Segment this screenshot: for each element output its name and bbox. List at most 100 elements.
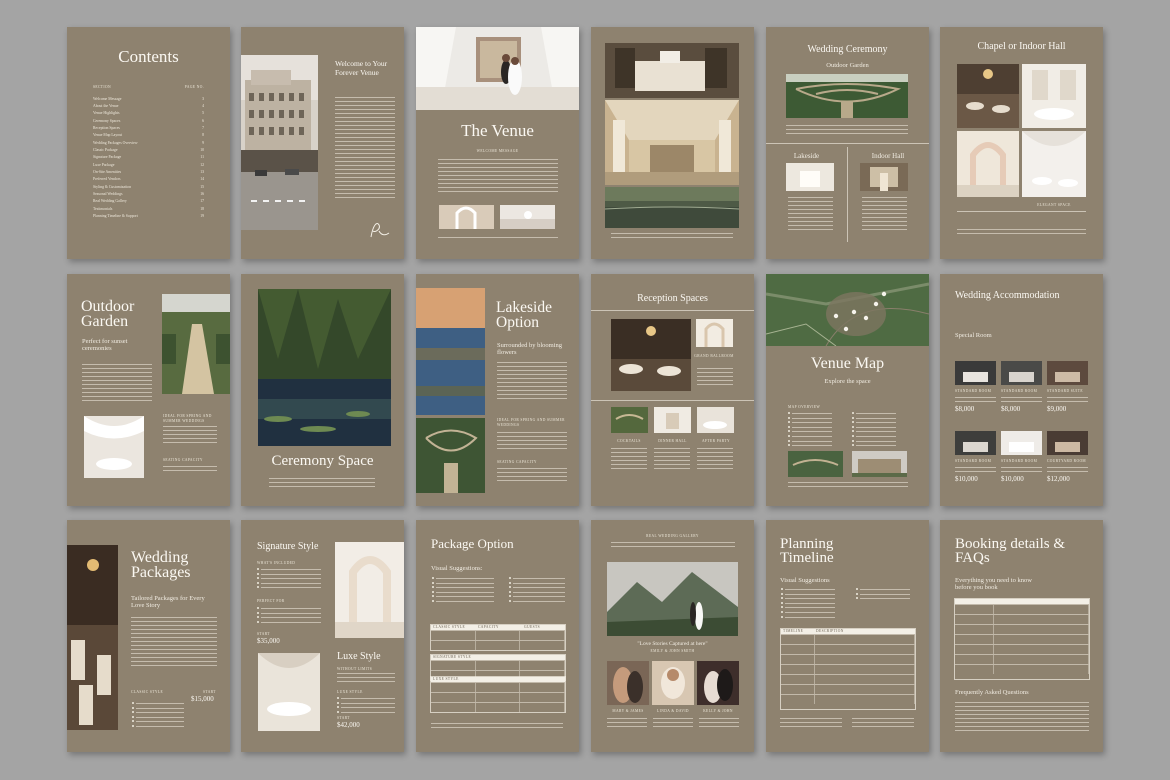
toc-item-label: Classic Package <box>93 148 118 153</box>
toc-item-label: On-Site Amenities <box>93 170 122 175</box>
room-card[interactable]: STANDARD ROOM $8,000 <box>1001 361 1042 413</box>
page-title: Planning Timeline <box>780 536 834 567</box>
toc-item-page: 12 <box>200 162 204 167</box>
room-photo <box>1047 431 1088 455</box>
gallery-page: REAL WEDDING GALLERY "Love Stories Captu… <box>591 520 754 752</box>
room-photo <box>955 431 996 455</box>
divider <box>957 211 1086 212</box>
aerial-map-image <box>766 274 929 346</box>
room-price: $9,000 <box>1047 404 1067 413</box>
ballroom-photo <box>611 319 691 391</box>
room-card[interactable]: COURTYARD ROOM $12,000 <box>1047 431 1088 483</box>
toc-item-page: 13 <box>200 170 204 175</box>
start-label: START <box>257 632 270 636</box>
room-card[interactable]: STANDARD ROOM $10,000 <box>1001 431 1042 483</box>
toc-item[interactable]: About the Venue 4 <box>93 102 204 109</box>
room-photo <box>1001 361 1042 385</box>
toc-item[interactable]: Welcome Message 3 <box>93 95 204 102</box>
toc-item[interactable]: Testimonials 18 <box>93 205 204 212</box>
toc-item-label: Signature Package <box>93 155 122 160</box>
seating-capacity: SEATING CAPACITY <box>497 460 537 464</box>
seating-text <box>163 466 217 474</box>
toc-item-page: 6 <box>202 118 204 123</box>
body-text <box>438 159 558 195</box>
subtitle: Perfect for sunset ceremonies <box>82 338 128 353</box>
page-title: Package Option <box>431 536 514 551</box>
after-party-text <box>697 448 733 472</box>
visual-suggestions: Visual Suggestions <box>780 577 830 584</box>
toc-item[interactable]: Real Wedding Gallery 17 <box>93 198 204 205</box>
page-title: Wedding Packages <box>131 549 191 582</box>
indoor-label: Indoor Hall <box>871 152 905 160</box>
toc-item-label: Welcome Message <box>93 96 122 101</box>
couple-names: MARY & JAMES LINDA & DAVID KELLY & JOHN <box>607 709 739 713</box>
couple-photo-3 <box>697 661 739 705</box>
room-photo <box>1047 361 1088 385</box>
room-text <box>955 466 996 472</box>
toc-item-page: 15 <box>200 184 204 189</box>
luxe-price: $42,000 <box>337 721 360 729</box>
package-price: $15,000 <box>191 695 214 703</box>
toc-item[interactable]: On-Site Amenities 13 <box>93 168 204 175</box>
classic-style-label: CLASSIC STYLE <box>131 690 164 694</box>
toc-item[interactable]: Wedding Packages Overview 9 <box>93 139 204 146</box>
toc-item[interactable]: Luxe Package 12 <box>93 161 204 168</box>
footer-text <box>438 237 558 241</box>
seating-text <box>497 468 567 484</box>
toc-item[interactable]: Reception Spaces 7 <box>93 124 204 131</box>
signature-price: $35,000 <box>257 637 280 645</box>
description-header: DESCRIPTION <box>816 629 844 633</box>
suggest-list-2 <box>856 588 910 603</box>
white-room-photo <box>1022 64 1086 128</box>
luxe-list <box>337 697 395 716</box>
toc-item[interactable]: Styling & Customization 15 <box>93 183 204 190</box>
toc-item-label: Styling & Customization <box>93 184 131 189</box>
ideal-text <box>497 432 567 452</box>
toc-item-page: 4 <box>202 104 204 109</box>
room-card[interactable]: STANDARD ROOM $8,000 <box>955 361 996 413</box>
room-card[interactable]: STANDARD ROOM $10,000 <box>955 431 996 483</box>
venue-map-page: Venue Map Explore the space MAP OVERVIEW <box>766 274 929 506</box>
toc-item[interactable]: Ceremony Spaces 6 <box>93 117 204 124</box>
toc-item[interactable]: Classic Package 10 <box>93 146 204 153</box>
outdoor-garden-page: Outdoor Garden Perfect for sunset ceremo… <box>67 274 230 506</box>
toc-item[interactable]: Venue Highlights 5 <box>93 110 204 117</box>
room-name: STANDARD ROOM <box>1001 459 1038 463</box>
review-2 <box>653 718 693 730</box>
page-title: Signature Style <box>257 541 319 552</box>
indoor-hall-photo <box>860 163 908 191</box>
room-name: STANDARD SUITE <box>1047 389 1083 393</box>
room-card[interactable]: STANDARD SUITE $9,000 <box>1047 361 1088 413</box>
seating-capacity: SEATING CAPACITY <box>163 458 203 462</box>
toc-item[interactable]: Preferred Vendors 14 <box>93 176 204 183</box>
ideal-for: IDEAL FOR SPRING AND SUMMER WEDDINGS <box>497 418 565 427</box>
toc-item[interactable]: Planning Timeline & Support 19 <box>93 213 204 220</box>
sea-sunset-photo <box>416 288 485 415</box>
gallery-quote: "Love Stories Captured at here" <box>637 641 708 647</box>
kicker: WELCOME MESSAGE <box>476 149 519 153</box>
toc-item-page: 18 <box>200 206 204 211</box>
toc-item[interactable]: Seasonal Weddings 16 <box>93 190 204 197</box>
ideal-text <box>163 426 217 446</box>
toc-item[interactable]: Signature Package 11 <box>93 154 204 161</box>
toc-item-page: 8 <box>202 133 204 138</box>
room-name: STANDARD ROOM <box>1001 389 1038 393</box>
room-price: $12,000 <box>1047 474 1070 483</box>
mountain-couple-photo <box>607 562 738 636</box>
toc-item-label: Real Wedding Gallery <box>93 199 127 204</box>
visual-suggestions: Visual Suggestions: <box>431 565 483 572</box>
room-text <box>1047 466 1088 472</box>
divider <box>591 310 754 311</box>
gallery-couple: EMILY & JOHN SMITH <box>650 649 695 653</box>
toc-item[interactable]: Venue Map Layout 8 <box>93 132 204 139</box>
reception-label: DINNER HALL <box>658 439 687 443</box>
lake-reeds-photo <box>605 187 739 228</box>
toc-item-label: Planning Timeline & Support <box>93 214 138 219</box>
page-title: The Venue <box>461 121 534 140</box>
subtitle: Everything you need to know before you b… <box>955 577 1032 592</box>
subtitle: Surrounded by blooming flowers <box>497 342 562 357</box>
toc-item-label: Preferred Vendors <box>93 177 121 182</box>
page-no-header: PAGE NO. <box>184 85 204 89</box>
review-1 <box>607 718 647 730</box>
toc-item-page: 9 <box>202 140 204 145</box>
